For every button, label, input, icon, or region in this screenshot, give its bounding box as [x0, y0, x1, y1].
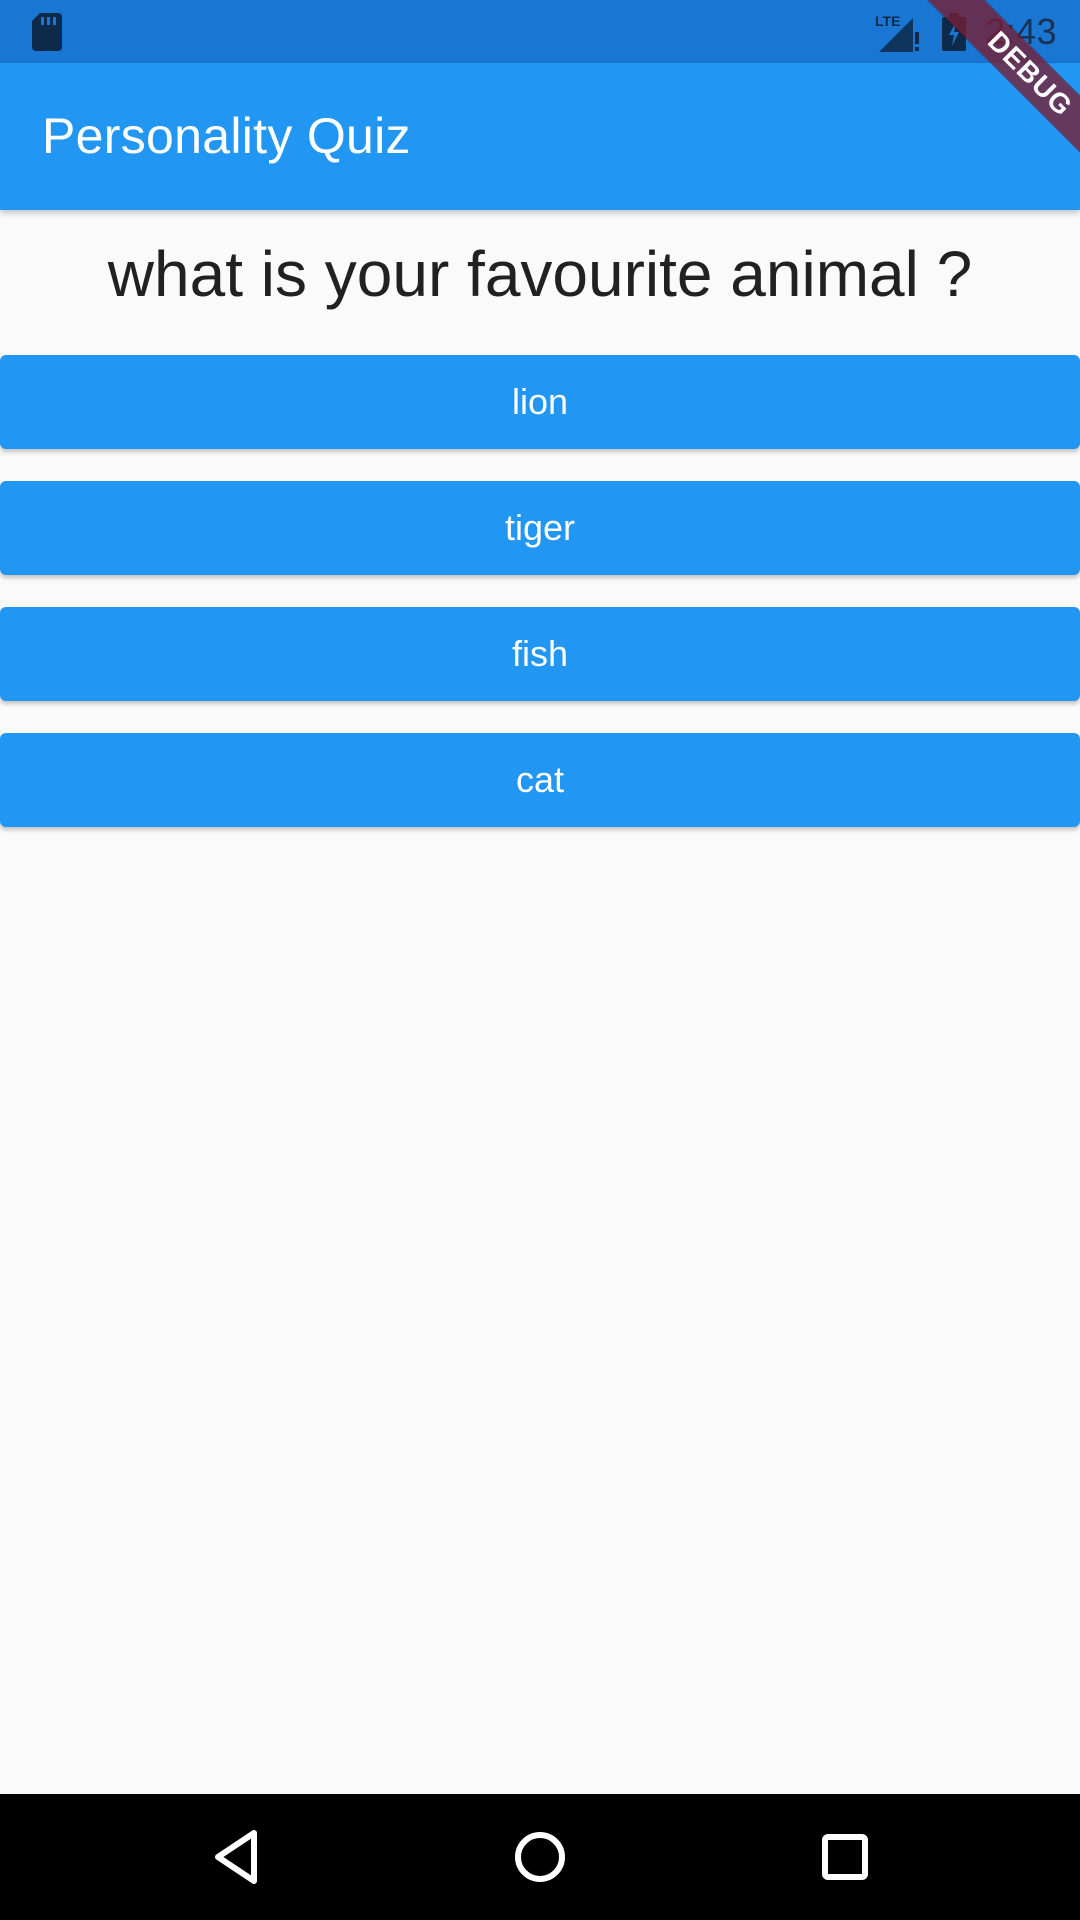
answer-list: lion tiger fish cat [0, 355, 1080, 859]
sd-card-icon [32, 13, 62, 51]
navigation-bar [0, 1794, 1080, 1920]
home-icon[interactable] [512, 1827, 568, 1887]
network-type-label: LTE [875, 13, 900, 29]
answer-button-lion[interactable]: lion [0, 355, 1080, 449]
signal-icon: LTE [875, 13, 919, 52]
app-title: Personality Quiz [42, 108, 411, 164]
app-bar: Personality Quiz [0, 63, 1080, 210]
recents-icon[interactable] [818, 1827, 872, 1887]
answer-button-fish[interactable]: fish [0, 607, 1080, 701]
status-bar: LTE 2:43 [0, 0, 1080, 63]
answer-button-cat[interactable]: cat [0, 733, 1080, 827]
answer-button-tiger[interactable]: tiger [0, 481, 1080, 575]
back-icon[interactable] [210, 1827, 264, 1887]
question-text: what is your favourite animal ? [107, 238, 973, 310]
